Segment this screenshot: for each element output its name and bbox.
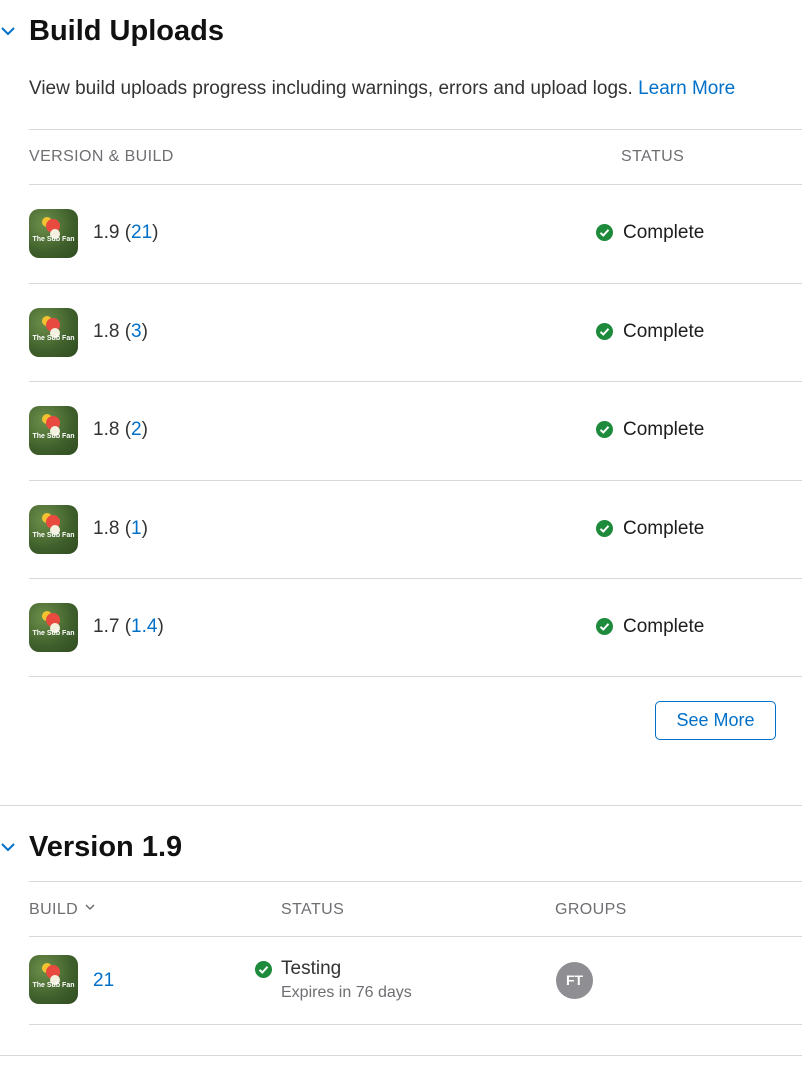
app-icon-text: The Sub Fan xyxy=(32,433,75,440)
app-icon: The Sub Fan xyxy=(29,603,78,652)
status-text: Complete xyxy=(623,321,705,342)
table-row[interactable]: The Sub Fan 1.8 (2) Complete xyxy=(0,381,802,479)
app-icon: The Sub Fan xyxy=(29,308,78,357)
column-header-status[interactable]: STATUS xyxy=(281,901,344,919)
column-header-build[interactable]: BUILD xyxy=(29,901,95,919)
version-title: Version 1.9 xyxy=(29,831,183,863)
version-build: 1.8 (2) xyxy=(93,419,148,440)
column-header-groups[interactable]: GROUPS xyxy=(555,901,627,919)
checkmark-circle-icon xyxy=(596,224,613,241)
divider xyxy=(29,283,802,284)
divider xyxy=(29,129,802,130)
app-icon-text: The Sub Fan xyxy=(32,532,75,539)
version-build: 1.9 (21) xyxy=(93,222,159,243)
table-row[interactable]: The Sub Fan 1.8 (1) Complete xyxy=(0,480,802,578)
version-number: 1.7 xyxy=(93,616,120,637)
build-number-link[interactable]: 1.4 xyxy=(131,616,157,637)
build-number-link[interactable]: 21 xyxy=(93,970,114,992)
build-number-link[interactable]: 3 xyxy=(131,321,142,342)
column-header-version-build[interactable]: VERSION & BUILD xyxy=(29,148,174,166)
section-divider xyxy=(0,1055,802,1056)
divider xyxy=(29,676,802,677)
version-number: 1.8 xyxy=(93,321,120,342)
group-avatar[interactable]: FT xyxy=(556,962,593,999)
checkmark-circle-icon xyxy=(596,323,613,340)
version-number: 1.8 xyxy=(93,518,120,539)
divider xyxy=(29,578,802,579)
divider xyxy=(29,881,802,882)
app-icon: The Sub Fan xyxy=(29,505,78,554)
checkmark-circle-icon xyxy=(255,961,272,978)
table-row[interactable]: The Sub Fan 1.7 (1.4) Complete xyxy=(0,578,802,676)
table-row[interactable]: The Sub Fan 1.9 (21) Complete xyxy=(0,184,802,282)
version-build: 1.7 (1.4) xyxy=(93,616,164,637)
app-icon: The Sub Fan xyxy=(29,406,78,455)
divider xyxy=(29,381,802,382)
status-text: Complete xyxy=(623,222,705,243)
section-divider xyxy=(0,805,802,806)
status-text: Testing xyxy=(281,958,342,979)
version-number: 1.8 xyxy=(93,419,120,440)
build-header-label: BUILD xyxy=(29,901,79,918)
status-text: Complete xyxy=(623,518,705,539)
build-number-link[interactable]: 21 xyxy=(131,222,152,243)
description-text: View build uploads progress including wa… xyxy=(29,78,633,99)
checkmark-circle-icon xyxy=(596,520,613,537)
app-icon-text: The Sub Fan xyxy=(32,236,75,243)
app-icon-text: The Sub Fan xyxy=(32,335,75,342)
column-header-status[interactable]: STATUS xyxy=(621,148,684,166)
build-uploads-title: Build Uploads xyxy=(29,15,224,47)
version-build: 1.8 (3) xyxy=(93,321,148,342)
learn-more-link[interactable]: Learn More xyxy=(638,78,735,99)
see-more-button[interactable]: See More xyxy=(655,701,776,740)
version-build: 1.8 (1) xyxy=(93,518,148,539)
status-text: Complete xyxy=(623,419,705,440)
build-uploads-description: View build uploads progress including wa… xyxy=(29,78,735,100)
expires-text: Expires in 76 days xyxy=(281,984,412,1001)
build-number-link[interactable]: 1 xyxy=(131,518,142,539)
checkmark-circle-icon xyxy=(596,421,613,438)
table-row[interactable]: The Sub Fan 1.8 (3) Complete xyxy=(0,283,802,381)
divider xyxy=(29,480,802,481)
chevron-down-icon[interactable] xyxy=(0,23,16,39)
divider xyxy=(29,1024,802,1025)
status-text: Complete xyxy=(623,616,705,637)
app-icon-text: The Sub Fan xyxy=(32,630,75,637)
app-icon: The Sub Fan xyxy=(29,209,78,258)
build-number-link[interactable]: 2 xyxy=(131,419,142,440)
checkmark-circle-icon xyxy=(596,618,613,635)
sort-chevron-icon[interactable] xyxy=(85,903,95,911)
chevron-down-icon[interactable] xyxy=(0,839,16,855)
app-icon-text: The Sub Fan xyxy=(32,982,75,989)
app-icon: The Sub Fan xyxy=(29,955,78,1004)
table-row[interactable]: The Sub Fan 21 Testing xyxy=(0,936,802,1024)
version-number: 1.9 xyxy=(93,222,120,243)
